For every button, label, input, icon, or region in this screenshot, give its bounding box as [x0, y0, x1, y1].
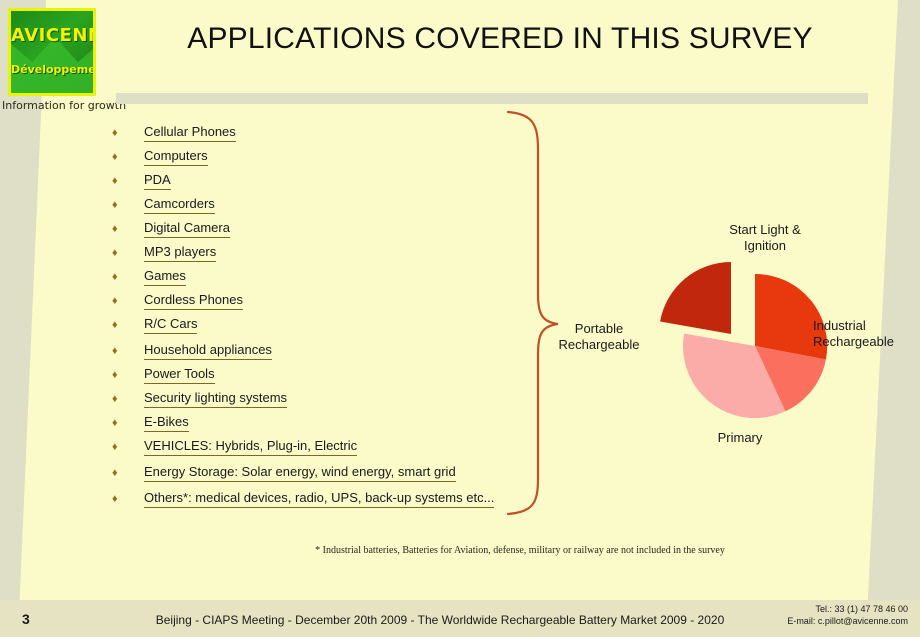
list-item[interactable]: ♦ Others*: medical devices, radio, UPS, …: [112, 487, 532, 513]
list-item-label: Household appliances: [144, 342, 272, 360]
list-item-label: Computers: [144, 148, 208, 166]
diamond-bullet-icon: ♦: [112, 247, 118, 259]
list-item-label: PDA: [144, 172, 171, 190]
list-item[interactable]: ♦ PDA: [112, 169, 532, 193]
list-item[interactable]: ♦ Household appliances: [112, 339, 532, 363]
pie-label-primary: Primary: [717, 430, 763, 445]
diamond-bullet-icon: ♦: [112, 175, 118, 187]
pie-label-line1: Industrial: [813, 318, 866, 333]
list-item[interactable]: ♦ MP3 players: [112, 241, 532, 265]
list-item-label: Others*: medical devices, radio, UPS, ba…: [144, 490, 495, 508]
diamond-bullet-icon: ♦: [112, 151, 118, 163]
diamond-bullet-icon: ♦: [112, 345, 118, 357]
logo-brand-name: AVICENNE: [11, 25, 93, 46]
list-item[interactable]: ♦ Security lighting systems: [112, 387, 532, 411]
footer-contact-block: Tel.: 33 (1) 47 78 46 00 E-mail: c.pillo…: [787, 603, 908, 627]
list-item-label: MP3 players: [144, 244, 217, 262]
footer-email: E-mail: c.pillot@avicenne.com: [787, 616, 908, 626]
pie-label-line1: Start Light &: [729, 222, 801, 237]
list-item[interactable]: ♦ Energy Storage: Solar energy, wind ene…: [112, 461, 532, 487]
list-item-label: R/C Cars: [144, 316, 198, 334]
list-item[interactable]: ♦ Computers: [112, 145, 532, 169]
diamond-bullet-icon: ♦: [112, 295, 118, 307]
diamond-bullet-icon: ♦: [112, 441, 118, 453]
diamond-bullet-icon: ♦: [112, 319, 118, 331]
applications-list: ♦ Cellular Phones ♦ Computers ♦ PDA ♦ Ca…: [112, 121, 532, 513]
diamond-bullet-icon: ♦: [112, 223, 118, 235]
footer-event-text: Beijing - CIAPS Meeting - December 20th …: [155, 613, 725, 627]
pie-slice-portable-rechargeable[interactable]: [660, 262, 731, 334]
slide-canvas: AVICENNE Développement Information for g…: [0, 0, 920, 637]
list-item-label: Camcorders: [144, 196, 215, 214]
list-item[interactable]: ♦ Digital Camera: [112, 217, 532, 241]
list-item[interactable]: ♦ Power Tools: [112, 363, 532, 387]
page-title: APPLICATIONS COVERED IN THIS SURVEY: [187, 22, 813, 55]
list-item-label: Cordless Phones: [144, 292, 243, 310]
pie-label-portable-rechargeable: Portable Rechargeable: [547, 321, 651, 353]
list-item-label: VEHICLES: Hybrids, Plug-in, Electric: [144, 438, 358, 456]
avicenne-logo: AVICENNE Développement: [8, 8, 96, 96]
title-divider: [116, 93, 868, 104]
pie-label-industrial-rechargeable: Industrial Rechargeable: [813, 318, 920, 350]
pie-label-start-light-ignition: Start Light & Ignition: [700, 222, 830, 254]
battery-market-pie-chart: Start Light & Ignition Industrial Rechar…: [555, 218, 915, 468]
list-item-label: Cellular Phones: [144, 124, 236, 142]
list-item-label: Power Tools: [144, 366, 215, 384]
diamond-bullet-icon: ♦: [112, 393, 118, 405]
list-item-label: Energy Storage: Solar energy, wind energ…: [144, 464, 456, 482]
pie-label-line2: Ignition: [744, 238, 786, 253]
list-item-label: E-Bikes: [144, 414, 189, 432]
list-item[interactable]: ♦ R/C Cars: [112, 313, 532, 339]
pie-label-line2: Rechargeable: [813, 334, 894, 349]
list-item[interactable]: ♦ Camcorders: [112, 193, 532, 217]
list-item[interactable]: ♦ Cordless Phones: [112, 289, 532, 313]
list-item[interactable]: ♦ VEHICLES: Hybrids, Plug-in, Electric: [112, 435, 532, 461]
logo-brand-subtitle: Développement: [11, 63, 96, 76]
list-item-label: Security lighting systems: [144, 390, 288, 408]
logo-tagline: Information for growth: [2, 99, 127, 112]
diamond-bullet-icon: ♦: [112, 417, 118, 429]
pie-label-line1: Portable: [574, 321, 624, 336]
diamond-bullet-icon: ♦: [112, 271, 118, 283]
list-item-label: Games: [144, 268, 186, 286]
pie-slice-portable-rechargeable-group[interactable]: [660, 262, 731, 334]
pie-label-line2: Rechargeable: [558, 337, 640, 352]
page-number: 3: [22, 611, 30, 627]
diamond-bullet-icon: ♦: [112, 467, 118, 479]
list-item[interactable]: ♦ Games: [112, 265, 532, 289]
list-item-label: Digital Camera: [144, 220, 230, 238]
list-item[interactable]: ♦ Cellular Phones: [112, 121, 532, 145]
list-item[interactable]: ♦ E-Bikes: [112, 411, 532, 435]
diamond-bullet-icon: ♦: [112, 127, 118, 139]
diamond-bullet-icon: ♦: [112, 199, 118, 211]
footer-telephone: Tel.: 33 (1) 47 78 46 00: [815, 604, 908, 614]
diamond-bullet-icon: ♦: [112, 369, 118, 381]
survey-footnote: * Industrial batteries, Batteries for Av…: [315, 545, 725, 556]
slide-footer: 3 Beijing - CIAPS Meeting - December 20t…: [0, 600, 920, 637]
diamond-bullet-icon: ♦: [112, 493, 118, 505]
